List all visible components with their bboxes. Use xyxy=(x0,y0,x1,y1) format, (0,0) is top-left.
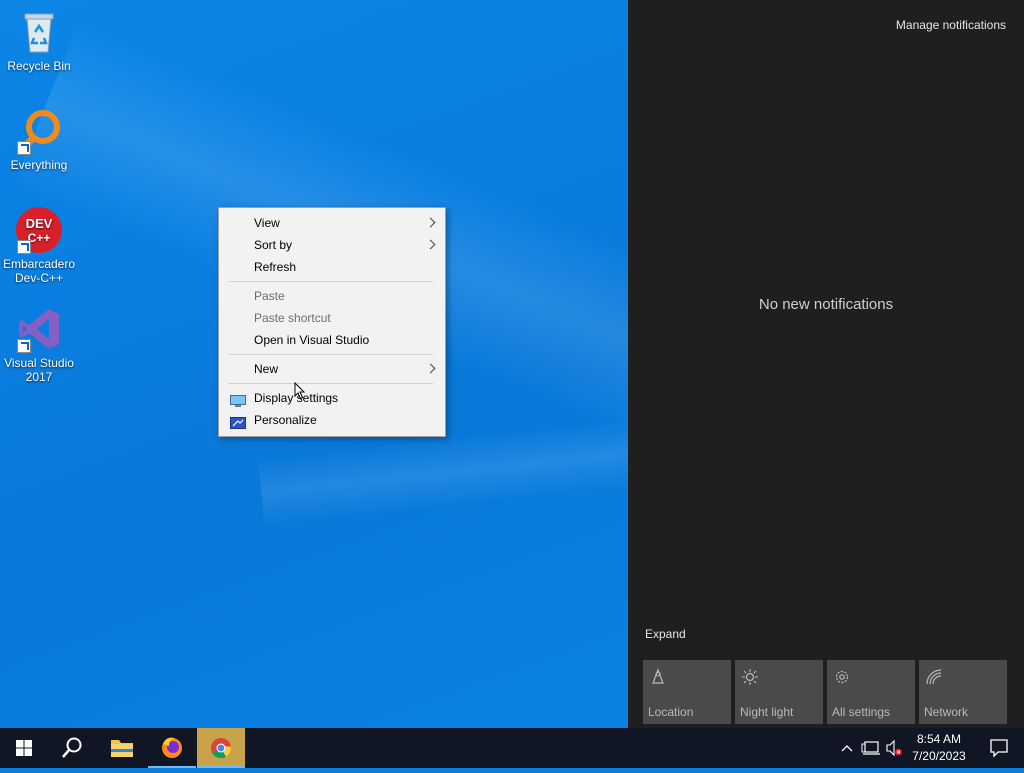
taskbar: 8:54 AM 7/20/2023 xyxy=(0,728,1024,768)
start-button[interactable] xyxy=(0,728,48,768)
menu-item-paste-shortcut: Paste shortcut xyxy=(220,307,444,329)
quick-action-label: Network xyxy=(924,705,969,719)
gear-icon xyxy=(835,670,849,684)
night-light-icon xyxy=(742,669,758,685)
menu-item-personalize[interactable]: Personalize xyxy=(220,409,444,431)
menu-item-label: Paste shortcut xyxy=(254,311,331,325)
quick-action-label: All settings xyxy=(832,705,891,719)
tray-volume[interactable] xyxy=(884,728,904,768)
desktop-context-menu: View Sort by Refresh Paste Paste shortcu… xyxy=(218,207,446,437)
menu-item-new[interactable]: New xyxy=(220,358,444,380)
desktop-icon-dev-cpp[interactable]: DEV C++ Embarcadero Dev-C++ xyxy=(0,206,78,285)
folder-icon xyxy=(111,740,133,757)
windows-logo-icon xyxy=(16,740,32,756)
desktop-icon-label: Everything xyxy=(10,158,68,172)
chevron-right-icon xyxy=(425,239,436,250)
menu-item-refresh[interactable]: Refresh xyxy=(220,256,444,278)
recycle-bin-icon xyxy=(15,8,63,56)
desktop-icon-label-line1: Embarcadero xyxy=(2,257,76,271)
quick-action-location[interactable]: Location xyxy=(643,660,731,724)
tray-network[interactable] xyxy=(860,728,882,768)
mouse-cursor-icon xyxy=(294,382,306,400)
menu-item-view[interactable]: View xyxy=(220,212,444,234)
menu-item-paste: Paste xyxy=(220,285,444,307)
menu-item-open-in-visual-studio[interactable]: Open in Visual Studio xyxy=(220,329,444,351)
volume-muted-icon xyxy=(886,739,902,757)
dev-cpp-icon: DEV C++ xyxy=(15,206,63,254)
menu-item-display-settings[interactable]: Display settings xyxy=(220,387,444,409)
menu-item-label: Paste xyxy=(254,289,285,303)
no-notifications-text: No new notifications xyxy=(758,296,894,313)
taskbar-clock[interactable]: 8:54 AM 7/20/2023 xyxy=(904,731,974,765)
svg-text:C++: C++ xyxy=(28,231,51,245)
location-icon xyxy=(652,668,664,684)
expand-quick-actions-link[interactable]: Expand xyxy=(645,627,686,641)
quick-action-night-light[interactable]: Night light xyxy=(735,660,823,724)
desktop-icon-label-line1: Visual Studio xyxy=(4,356,74,370)
menu-separator xyxy=(229,354,433,355)
firefox-icon xyxy=(162,737,182,758)
shortcut-arrow-icon xyxy=(17,339,31,353)
svg-text:DEV: DEV xyxy=(26,216,53,231)
clock-time: 8:54 AM xyxy=(916,732,962,746)
desktop-icon-label: Recycle Bin xyxy=(7,59,71,73)
search-icon xyxy=(62,737,82,758)
action-center-panel: Manage notifications No new notification… xyxy=(628,0,1024,728)
quick-action-label: Location xyxy=(648,705,694,719)
everything-search-icon xyxy=(15,107,63,155)
notification-icon xyxy=(990,739,1008,758)
display-icon xyxy=(230,392,246,407)
desktop-icon-recycle-bin[interactable]: Recycle Bin xyxy=(0,8,78,73)
quick-action-network[interactable]: Network xyxy=(919,660,1007,724)
taskbar-chrome[interactable] xyxy=(197,728,245,768)
visual-studio-icon xyxy=(15,305,63,353)
menu-item-label: Sort by xyxy=(254,238,293,252)
show-hidden-icons-button[interactable] xyxy=(838,728,856,768)
desktop-icon-everything[interactable]: Everything xyxy=(0,107,78,172)
taskbar-firefox[interactable] xyxy=(148,728,196,768)
chevron-right-icon xyxy=(425,217,436,228)
personalize-icon xyxy=(230,414,246,429)
chrome-icon xyxy=(211,738,232,759)
desktop-icon-label-line2: 2017 xyxy=(25,370,53,384)
shortcut-arrow-icon xyxy=(17,141,31,155)
menu-item-sort-by[interactable]: Sort by xyxy=(220,234,444,256)
menu-separator xyxy=(229,383,433,384)
menu-item-label: View xyxy=(254,216,280,230)
network-icon xyxy=(926,669,942,685)
chevron-up-icon xyxy=(841,745,853,752)
menu-item-label: Refresh xyxy=(254,260,297,274)
menu-item-label: Open in Visual Studio xyxy=(254,333,370,347)
clock-date: 7/20/2023 xyxy=(912,749,966,763)
search-button[interactable] xyxy=(48,728,96,768)
taskbar-file-explorer[interactable] xyxy=(98,728,146,768)
quick-action-label: Night light xyxy=(740,705,794,719)
manage-notifications-link[interactable]: Manage notifications xyxy=(896,18,1006,32)
action-center-button[interactable] xyxy=(974,728,1024,768)
shortcut-arrow-icon xyxy=(17,240,31,254)
desktop-icon-visual-studio[interactable]: Visual Studio 2017 xyxy=(0,305,78,384)
desktop[interactable]: Recycle Bin Everything DEV C++ Embarcade… xyxy=(0,0,628,728)
desktop-icon-label-line2: Dev-C++ xyxy=(14,271,64,285)
quick-action-all-settings[interactable]: All settings xyxy=(827,660,915,724)
menu-item-label: New xyxy=(254,362,279,376)
menu-item-label: Personalize xyxy=(254,413,317,427)
network-wired-icon xyxy=(861,741,880,755)
chevron-right-icon xyxy=(425,363,436,374)
menu-separator xyxy=(229,281,433,282)
